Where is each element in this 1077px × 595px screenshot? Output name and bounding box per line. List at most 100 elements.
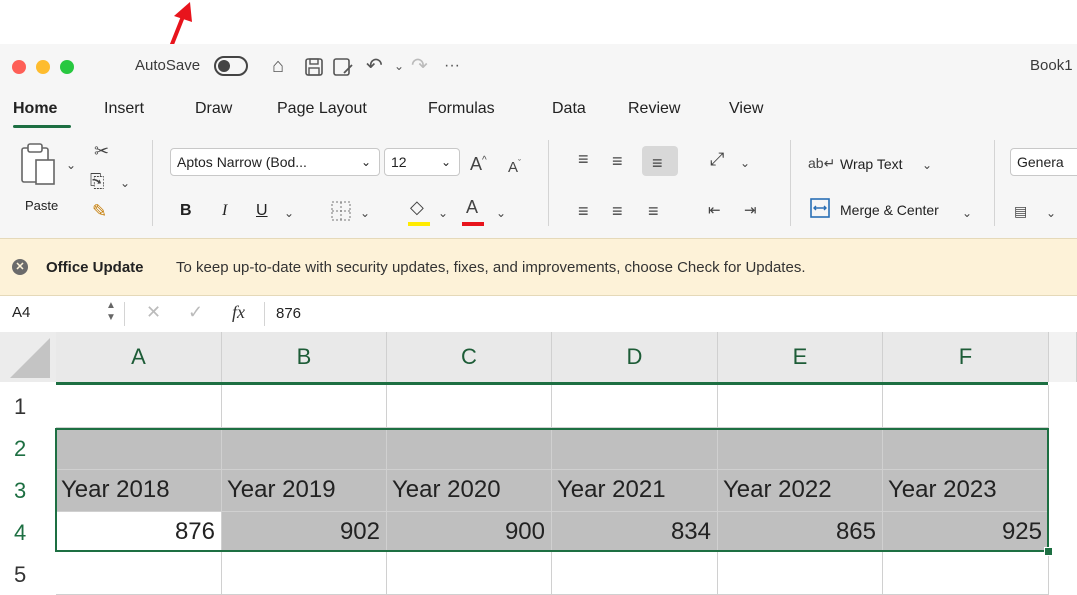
row-header-1[interactable]: 1 bbox=[0, 394, 56, 420]
font-color-chevron-icon[interactable]: ⌄ bbox=[496, 202, 506, 224]
paste-label[interactable]: Paste bbox=[25, 198, 58, 213]
align-middle-icon[interactable]: ≡ bbox=[612, 150, 623, 172]
cell-f1[interactable] bbox=[883, 385, 1049, 428]
cell-e5[interactable] bbox=[718, 552, 883, 595]
underline-chevron-icon[interactable]: ⌄ bbox=[284, 202, 294, 224]
cell-b5[interactable] bbox=[222, 552, 387, 595]
align-top-icon[interactable]: ≡ bbox=[578, 148, 589, 170]
align-left-icon[interactable]: ≡ bbox=[578, 200, 589, 222]
underline-button[interactable]: U bbox=[256, 202, 268, 220]
name-box[interactable]: A4 bbox=[12, 304, 30, 321]
undo-icon[interactable]: ↶ bbox=[366, 54, 383, 78]
save-as-icon[interactable] bbox=[332, 57, 354, 77]
font-color-icon[interactable]: A bbox=[466, 196, 478, 218]
enter-icon[interactable]: ✓ bbox=[188, 302, 203, 323]
paste-icon[interactable] bbox=[18, 142, 58, 188]
column-header-d[interactable]: D bbox=[552, 332, 718, 382]
autosave-toggle[interactable] bbox=[214, 56, 248, 76]
copy-dropdown-chevron-icon[interactable]: ⌄ bbox=[120, 172, 130, 194]
column-header-c[interactable]: C bbox=[387, 332, 552, 382]
font-name-chevron-icon: ⌄ bbox=[360, 155, 371, 169]
shrink-font-icon[interactable]: Aˇ bbox=[508, 152, 521, 179]
wrap-text-icon[interactable]: ab↵ bbox=[808, 152, 835, 174]
bold-button[interactable]: B bbox=[180, 202, 192, 220]
formula-input[interactable]: 876 bbox=[276, 305, 301, 322]
tab-view[interactable]: View bbox=[729, 100, 763, 118]
merge-center-chevron-icon[interactable]: ⌄ bbox=[962, 202, 972, 224]
fill-handle[interactable] bbox=[1044, 547, 1053, 556]
cut-icon[interactable]: ✂ bbox=[94, 140, 109, 162]
insert-function-button[interactable]: fx bbox=[232, 302, 245, 323]
cell-d1[interactable] bbox=[552, 385, 718, 428]
tab-home[interactable]: Home bbox=[13, 100, 57, 118]
tab-insert[interactable]: Insert bbox=[104, 100, 144, 118]
cell-c5[interactable] bbox=[387, 552, 552, 595]
font-size-chevron-icon: ⌄ bbox=[440, 155, 451, 169]
fill-color-icon[interactable]: ◇ bbox=[410, 196, 424, 218]
save-icon[interactable] bbox=[304, 57, 324, 77]
column-header-b[interactable]: B bbox=[222, 332, 387, 382]
row-header-3[interactable]: 3 bbox=[0, 478, 56, 504]
font-name-select[interactable]: Aptos Narrow (Bod... ⌄ bbox=[170, 148, 380, 176]
formula-divider bbox=[124, 302, 125, 326]
decrease-indent-icon[interactable]: ⇤ bbox=[708, 200, 721, 222]
cell-e1[interactable] bbox=[718, 385, 883, 428]
close-circle-icon[interactable]: ✕ bbox=[12, 259, 28, 275]
italic-button[interactable]: I bbox=[222, 202, 227, 220]
merge-center-icon[interactable] bbox=[810, 198, 830, 218]
merge-center-button[interactable]: Merge & Center bbox=[840, 202, 939, 218]
grow-font-icon[interactable]: A^ bbox=[470, 150, 487, 175]
cell-f5[interactable] bbox=[883, 552, 1049, 595]
column-header-empty[interactable] bbox=[1049, 332, 1077, 382]
align-center-icon[interactable]: ≡ bbox=[612, 200, 623, 222]
cell-c1[interactable] bbox=[387, 385, 552, 428]
fill-color-chevron-icon[interactable]: ⌄ bbox=[438, 202, 448, 224]
accounting-format-chevron-icon[interactable]: ⌄ bbox=[1046, 202, 1056, 224]
column-header-a[interactable]: A bbox=[56, 332, 222, 382]
increase-indent-icon[interactable]: ⇥ bbox=[744, 200, 757, 222]
tab-formulas[interactable]: Formulas bbox=[428, 100, 495, 118]
tab-review[interactable]: Review bbox=[628, 100, 680, 118]
paste-dropdown-chevron-icon[interactable]: ⌄ bbox=[66, 154, 76, 176]
fill-color-swatch bbox=[408, 222, 430, 226]
tab-page-layout[interactable]: Page Layout bbox=[277, 100, 367, 118]
borders-chevron-icon[interactable]: ⌄ bbox=[360, 202, 370, 224]
zoom-window-button[interactable] bbox=[60, 60, 74, 74]
select-all-corner[interactable] bbox=[0, 332, 56, 382]
tab-data[interactable]: Data bbox=[552, 100, 586, 118]
undo-dropdown-chevron-icon[interactable]: ⌄ bbox=[394, 54, 404, 78]
cell-a1[interactable] bbox=[56, 385, 222, 428]
row-header-5[interactable]: 5 bbox=[0, 562, 56, 588]
font-size-select[interactable]: 12 ⌄ bbox=[384, 148, 460, 176]
row-header-4[interactable]: 4 bbox=[0, 520, 56, 546]
borders-icon[interactable] bbox=[330, 200, 352, 222]
tab-draw[interactable]: Draw bbox=[195, 100, 232, 118]
format-painter-icon[interactable]: ✎ bbox=[92, 200, 107, 222]
ribbon-divider bbox=[994, 140, 995, 226]
home-icon[interactable]: ⌂ bbox=[272, 54, 284, 78]
name-box-stepper-icon[interactable]: ▲ ▼ bbox=[106, 300, 116, 324]
copy-icon[interactable]: ⎘ bbox=[90, 170, 104, 192]
cell-b1[interactable] bbox=[222, 385, 387, 428]
minimize-window-button[interactable] bbox=[36, 60, 50, 74]
cell-d5[interactable] bbox=[552, 552, 718, 595]
wrap-text-chevron-icon[interactable]: ⌄ bbox=[922, 154, 932, 176]
wrap-text-button[interactable]: Wrap Text bbox=[840, 156, 903, 172]
formula-divider bbox=[264, 302, 265, 326]
number-format-select[interactable]: Genera bbox=[1010, 148, 1077, 176]
orientation-chevron-icon[interactable]: ⌄ bbox=[740, 152, 750, 174]
align-right-icon[interactable]: ≡ bbox=[648, 200, 659, 222]
more-icon[interactable]: ··· bbox=[444, 54, 460, 78]
redo-icon[interactable]: ↷ bbox=[411, 54, 428, 78]
row-header-2[interactable]: 2 bbox=[0, 436, 56, 462]
cancel-icon[interactable]: ✕ bbox=[146, 302, 161, 323]
font-color-swatch bbox=[462, 222, 484, 226]
align-bottom-icon[interactable]: ≡ bbox=[652, 152, 663, 174]
cell-a5[interactable] bbox=[56, 552, 222, 595]
column-header-f[interactable]: F bbox=[883, 332, 1049, 382]
orientation-icon[interactable]: ⤢ bbox=[710, 148, 724, 170]
close-window-button[interactable] bbox=[12, 60, 26, 74]
number-format-value: Genera bbox=[1017, 154, 1064, 170]
column-header-e[interactable]: E bbox=[718, 332, 883, 382]
accounting-format-icon[interactable]: ▤ bbox=[1014, 200, 1027, 222]
